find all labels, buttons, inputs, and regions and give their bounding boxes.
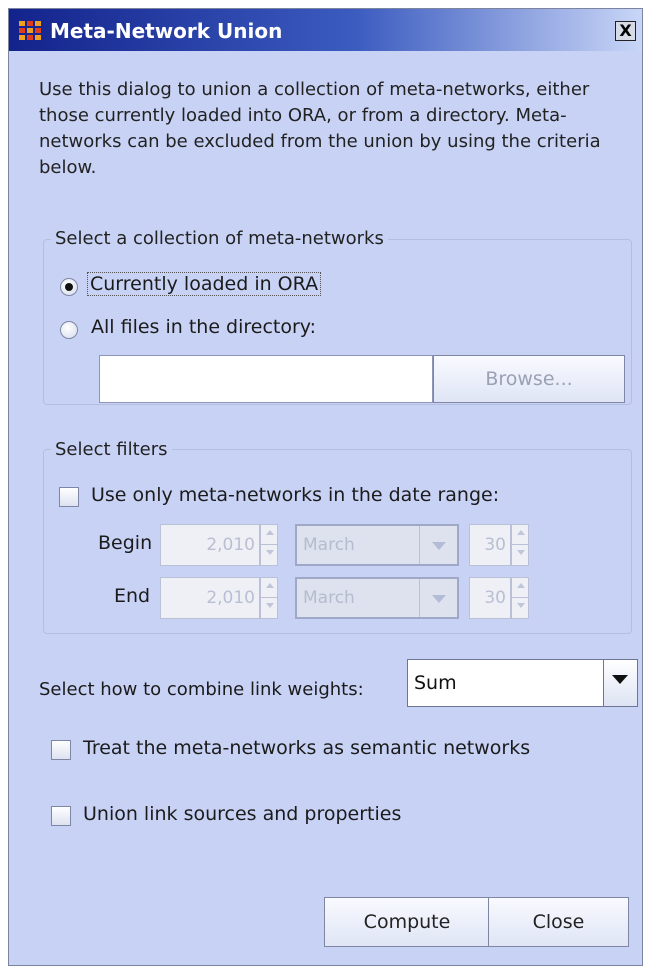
- begin-day-input[interactable]: 30: [469, 524, 511, 566]
- begin-label: Begin: [98, 532, 153, 554]
- date-range-label[interactable]: Use only meta-networks in the date range…: [91, 484, 499, 506]
- label-currently-loaded[interactable]: Currently loaded in ORA: [87, 272, 322, 296]
- browse-button[interactable]: Browse...: [433, 355, 625, 403]
- end-year-input[interactable]: 2,010: [160, 577, 260, 619]
- close-icon: X: [619, 21, 632, 40]
- chevron-down-icon[interactable]: [419, 579, 457, 617]
- meta-network-union-dialog: Meta-Network Union X Use this dialog to …: [8, 8, 643, 966]
- title-bar[interactable]: Meta-Network Union X: [9, 9, 642, 51]
- begin-month-value: March: [303, 535, 355, 555]
- end-year-down-arrow[interactable]: [261, 598, 277, 618]
- combine-weights-value: Sum: [414, 672, 457, 694]
- semantic-networks-checkbox[interactable]: [51, 740, 71, 760]
- end-day-spinner[interactable]: [511, 577, 529, 619]
- union-sources-label[interactable]: Union link sources and properties: [83, 803, 401, 825]
- close-button[interactable]: Close: [488, 897, 629, 947]
- chevron-down-icon[interactable]: [419, 526, 457, 564]
- end-month-select[interactable]: March: [295, 577, 459, 619]
- begin-year-input[interactable]: 2,010: [160, 524, 260, 566]
- end-day-input[interactable]: 30: [469, 577, 511, 619]
- filters-group-title: Select filters: [51, 439, 172, 460]
- date-range-checkbox[interactable]: [59, 487, 79, 507]
- begin-day-spinner[interactable]: [511, 524, 529, 566]
- compute-button[interactable]: Compute: [324, 897, 490, 947]
- directory-path-input[interactable]: [99, 355, 433, 403]
- end-day-down-arrow[interactable]: [512, 598, 528, 618]
- close-window-button[interactable]: X: [615, 21, 636, 41]
- begin-month-select[interactable]: March: [295, 524, 459, 566]
- chevron-down-icon[interactable]: [603, 660, 637, 706]
- combine-weights-label: Select how to combine link weights:: [39, 679, 364, 700]
- begin-year-down-arrow[interactable]: [261, 545, 277, 565]
- semantic-networks-label[interactable]: Treat the meta-networks as semantic netw…: [83, 737, 530, 759]
- dialog-description: Use this dialog to union a collection of…: [39, 79, 601, 178]
- dialog-title: Meta-Network Union: [50, 19, 283, 43]
- end-year-up-arrow[interactable]: [261, 578, 277, 598]
- label-all-files-directory[interactable]: All files in the directory:: [91, 316, 316, 338]
- begin-day-down-arrow[interactable]: [512, 545, 528, 565]
- end-day-up-arrow[interactable]: [512, 578, 528, 598]
- union-sources-checkbox[interactable]: [51, 806, 71, 826]
- ora-grid-icon: [19, 21, 41, 40]
- end-label: End: [114, 585, 151, 607]
- end-month-value: March: [303, 588, 355, 608]
- radio-all-files-directory[interactable]: [60, 321, 78, 339]
- radio-currently-loaded[interactable]: [60, 278, 78, 296]
- begin-year-up-arrow[interactable]: [261, 525, 277, 545]
- begin-day-up-arrow[interactable]: [512, 525, 528, 545]
- end-year-spinner[interactable]: [260, 577, 278, 619]
- collection-group-title: Select a collection of meta-networks: [51, 228, 388, 249]
- combine-weights-select[interactable]: Sum: [407, 659, 638, 707]
- begin-year-spinner[interactable]: [260, 524, 278, 566]
